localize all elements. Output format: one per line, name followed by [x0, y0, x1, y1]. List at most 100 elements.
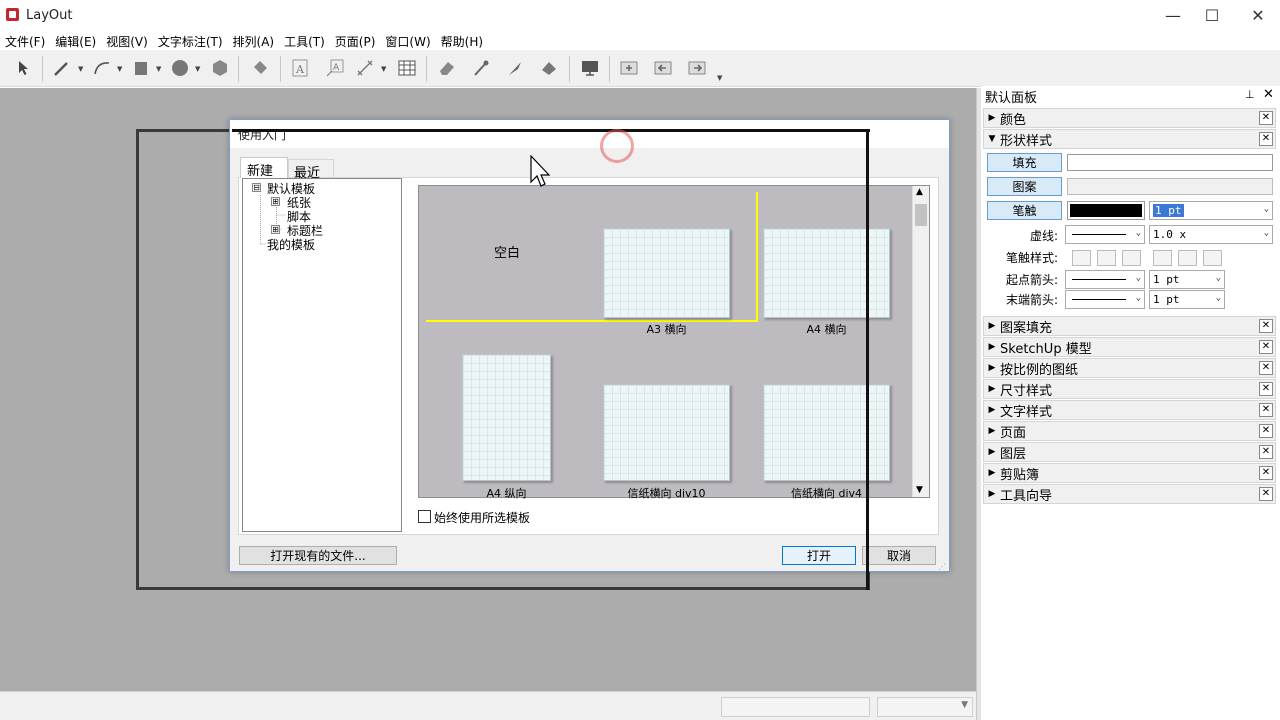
label-icon[interactable]: A — [325, 58, 345, 78]
template-a4-landscape[interactable] — [763, 228, 890, 318]
scrollbar-thumb[interactable] — [915, 204, 927, 226]
always-use-checkbox[interactable] — [418, 510, 431, 523]
scroll-down-icon[interactable]: ▼ — [916, 485, 923, 495]
gallery-scrollbar[interactable]: ▲ ▼ — [912, 186, 929, 497]
polygon-icon[interactable] — [210, 58, 230, 78]
panel-header-scaled-drawing[interactable]: ▶ 按比例的图纸 ✕ — [983, 358, 1276, 378]
start-arrow-size-dropdown[interactable]: 1 pt ⌄ — [1149, 270, 1225, 289]
panel-header-scrapbooks[interactable]: ▶ 剪贴簿 ✕ — [983, 463, 1276, 483]
menu-tools[interactable]: 工具(T) — [279, 33, 330, 50]
circle-icon[interactable] — [170, 58, 190, 78]
pattern-toggle-button[interactable]: 图案 — [987, 177, 1062, 196]
stroke-toggle-button[interactable]: 笔触 — [987, 201, 1062, 220]
panel-header-dimension-style[interactable]: ▶ 尺寸样式 ✕ — [983, 379, 1276, 399]
panel-close-icon[interactable]: ✕ — [1259, 403, 1273, 417]
end-arrow-size-dropdown[interactable]: 1 pt ⌄ — [1149, 290, 1225, 309]
panel-header-instructor[interactable]: ▶ 工具向导 ✕ — [983, 484, 1276, 504]
panel-close-icon[interactable]: ✕ — [1259, 466, 1273, 480]
panel-close-icon[interactable]: ✕ — [1259, 340, 1273, 354]
cap-butt-icon[interactable] — [1153, 250, 1172, 266]
panel-close-icon[interactable]: ✕ — [1259, 111, 1273, 125]
measurements-field[interactable] — [721, 697, 870, 717]
pencil-icon[interactable] — [52, 58, 72, 78]
menu-arrange[interactable]: 排列(A) — [228, 33, 280, 50]
chevron-down-icon[interactable]: ▼ — [78, 65, 83, 73]
dash-scale-dropdown[interactable]: 1.0 x ⌄ — [1149, 225, 1273, 244]
toolbar-overflow-icon[interactable]: ▼ — [717, 74, 722, 82]
menu-help[interactable]: 帮助(H) — [436, 33, 488, 50]
add-page-icon[interactable] — [619, 58, 639, 78]
next-page-icon[interactable] — [687, 58, 707, 78]
pin-icon[interactable]: ⊥ — [1245, 88, 1255, 101]
panel-close-icon[interactable]: ✕ — [1259, 487, 1273, 501]
open-existing-file-button[interactable]: 打开现有的文件... — [239, 546, 397, 565]
panel-header-sketchup-model[interactable]: ▶ SketchUp 模型 ✕ — [983, 337, 1276, 357]
tree-item-my-templates[interactable]: 我的模板 — [267, 236, 315, 253]
dimension-icon[interactable] — [355, 58, 375, 78]
panel-header-colors[interactable]: ▶ 颜色 ✕ — [983, 108, 1276, 128]
pattern-swatch[interactable] — [1067, 178, 1273, 195]
end-arrow-dropdown[interactable]: ⌄ — [1065, 290, 1145, 309]
table-icon[interactable] — [397, 58, 417, 78]
panel-close-icon[interactable]: ✕ — [1259, 382, 1273, 396]
menu-text[interactable]: 文字标注(T) — [153, 33, 228, 50]
paint-bucket-icon[interactable] — [250, 58, 270, 78]
stroke-color-swatch[interactable] — [1067, 201, 1145, 220]
menu-edit[interactable]: 编辑(E) — [50, 33, 101, 50]
start-arrow-dropdown[interactable]: ⌄ — [1065, 270, 1145, 289]
panel-close-icon[interactable]: ✕ — [1259, 424, 1273, 438]
tab-new[interactable]: 新建 — [240, 157, 288, 179]
panel-close-icon[interactable]: ✕ — [1259, 361, 1273, 375]
template-blank-label[interactable]: 空白 — [494, 242, 520, 261]
menu-pages[interactable]: 页面(P) — [330, 33, 381, 50]
expand-icon[interactable]: ⊞ — [271, 225, 280, 234]
fill-color-swatch[interactable] — [1067, 154, 1273, 171]
template-a4-portrait[interactable] — [462, 354, 551, 481]
maximize-button[interactable]: ☐ — [1189, 0, 1235, 30]
text-icon[interactable]: A — [290, 58, 310, 78]
panel-header-pages[interactable]: ▶ 页面 ✕ — [983, 421, 1276, 441]
close-button[interactable]: ✕ — [1235, 0, 1280, 30]
expand-icon[interactable]: ⊞ — [271, 197, 280, 206]
presentation-icon[interactable] — [580, 58, 600, 78]
rectangle-icon[interactable] — [131, 58, 151, 78]
scroll-up-icon[interactable]: ▲ — [916, 187, 923, 197]
panel-close-icon[interactable]: ✕ — [1259, 445, 1273, 459]
chevron-down-icon[interactable]: ▼ — [156, 65, 161, 73]
menu-view[interactable]: 视图(V) — [101, 33, 153, 50]
join-miter-icon[interactable] — [1072, 250, 1091, 266]
panel-header-pattern-fill[interactable]: ▶ 图案填充 ✕ — [983, 316, 1276, 336]
join-bevel-icon[interactable] — [1122, 250, 1141, 266]
panel-close-icon[interactable]: ✕ — [1259, 132, 1273, 146]
dialog-title-bar[interactable] — [230, 120, 949, 148]
eraser-icon[interactable] — [437, 58, 457, 78]
menu-window[interactable]: 窗口(W) — [380, 33, 435, 50]
join-round-icon[interactable] — [1097, 250, 1116, 266]
zoom-dropdown[interactable]: ▼ — [877, 697, 973, 717]
fill-toggle-button[interactable]: 填充 — [987, 153, 1062, 172]
panel-close-icon[interactable]: ✕ — [1259, 319, 1273, 333]
style-sampler-icon[interactable] — [471, 58, 491, 78]
select-arrow-icon[interactable] — [14, 58, 34, 78]
panel-header-text-style[interactable]: ▶ 文字样式 ✕ — [983, 400, 1276, 420]
stroke-width-dropdown[interactable]: 1 pt ⌄ — [1149, 201, 1273, 220]
open-button[interactable]: 打开 — [782, 546, 856, 565]
dash-style-dropdown[interactable]: ⌄ — [1065, 225, 1145, 244]
panel-header-shape-style[interactable]: ▼ 形状样式 ✕ — [983, 129, 1276, 149]
collapse-icon[interactable]: ⊟ — [252, 183, 261, 192]
cancel-button[interactable]: 取消 — [862, 546, 936, 565]
template-a3-landscape[interactable] — [603, 228, 730, 318]
previous-page-icon[interactable] — [653, 58, 673, 78]
arc-icon[interactable] — [92, 58, 112, 78]
panel-header-layers[interactable]: ▶ 图层 ✕ — [983, 442, 1276, 462]
tray-close-icon[interactable]: ✕ — [1263, 87, 1274, 102]
chevron-down-icon[interactable]: ▼ — [381, 65, 386, 73]
resize-grip-icon[interactable]: ⋰ — [938, 562, 946, 571]
chevron-down-icon[interactable]: ▼ — [195, 65, 200, 73]
chevron-down-icon[interactable]: ▼ — [117, 65, 122, 73]
join-icon[interactable] — [539, 58, 559, 78]
tab-recent[interactable]: 最近 — [288, 159, 334, 181]
menu-file[interactable]: 文件(F) — [0, 33, 50, 50]
template-letter-landscape-div4[interactable] — [763, 384, 890, 481]
split-icon[interactable] — [505, 58, 525, 78]
